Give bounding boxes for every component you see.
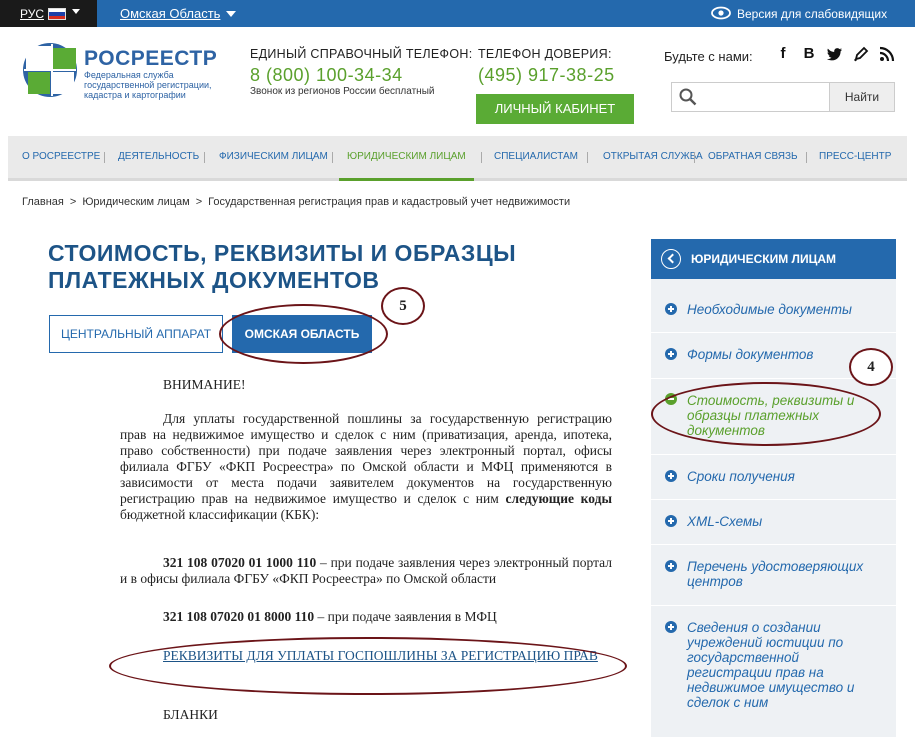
- nav-individuals[interactable]: ФИЗИЧЕСКИМ ЛИЦАМ: [219, 136, 328, 178]
- kbk-code-1: 321 108 07020 01 1000 110 – при подаче з…: [120, 555, 612, 587]
- twitter-icon[interactable]: [826, 45, 844, 63]
- search-button[interactable]: Найти: [829, 82, 895, 112]
- sidebar-item-justice-institutions[interactable]: Сведения о создании учреждений юстиции п…: [687, 620, 887, 710]
- breadcrumb-legal-entities[interactable]: Юридическим лицам: [82, 196, 189, 208]
- page-title: СТОИМОСТЬ, РЕКВИЗИТЫ И ОБРАЗЦЫ ПЛАТЕЖНЫХ…: [48, 240, 517, 293]
- breadcrumb-separator: >: [195, 196, 203, 208]
- sidebar-divider: [651, 544, 896, 545]
- search-icon: [679, 88, 697, 106]
- plus-icon[interactable]: [665, 348, 677, 360]
- plus-icon[interactable]: [665, 303, 677, 315]
- plus-icon[interactable]: [665, 515, 677, 527]
- sidebar-heading[interactable]: ЮРИДИЧЕСКИМ ЛИЦАМ: [651, 239, 896, 279]
- sidebar-item-xml-schemas[interactable]: XML-Схемы: [687, 514, 887, 529]
- nav-legal-entities[interactable]: ЮРИДИЧЕСКИМ ЛИЦАМ: [339, 136, 474, 181]
- sidebar-divider: [651, 499, 896, 500]
- plus-icon[interactable]: [665, 621, 677, 633]
- nav-open-service[interactable]: ОТКРЫТАЯ СЛУЖБА: [603, 136, 703, 178]
- annotation-marker-5: 5: [381, 287, 425, 325]
- sidebar-divider: [651, 332, 896, 333]
- intro-text-end: бюджетной классификации (КБК):: [120, 507, 320, 522]
- facebook-icon[interactable]: f: [774, 45, 792, 63]
- chevron-down-icon[interactable]: [72, 9, 80, 14]
- nav-divider: [806, 152, 807, 163]
- nav-divider: [587, 152, 588, 163]
- accessibility-link[interactable]: Версия для слабовидящих: [737, 7, 887, 21]
- kbk-code-2: 321 108 07020 01 8000 110 – при подаче з…: [120, 609, 612, 625]
- blog-icon[interactable]: [852, 45, 870, 63]
- nav-divider: [694, 152, 695, 163]
- russia-flag-icon: [48, 8, 66, 20]
- sidebar-item-terms[interactable]: Сроки получения: [687, 469, 887, 484]
- breadcrumb: Главная > Юридическим лицам > Государственна…: [22, 196, 570, 208]
- kbk-code-1-number: 321 108 07020 01 1000 110: [163, 555, 317, 570]
- nav-divider: [204, 152, 205, 163]
- sidebar-item-certification-centers[interactable]: Перечень удостоверяющих центров: [687, 559, 887, 589]
- main-nav: О РОСРЕЕСТРЕ ДЕЯТЕЛЬНОСТЬ ФИЗИЧЕСКИМ ЛИЦ…: [8, 136, 907, 181]
- sidebar-item-required-documents[interactable]: Необходимые документы: [687, 302, 887, 317]
- sidebar-divider: [651, 454, 896, 455]
- nav-divider: [332, 152, 333, 163]
- trust-line-label: ТЕЛЕФОН ДОВЕРИЯ:: [478, 47, 612, 61]
- helpline-label: ЕДИНЫЙ СПРАВОЧНЫЙ ТЕЛЕФОН:: [250, 47, 473, 61]
- blanks-heading: БЛАНКИ: [163, 707, 218, 722]
- back-arrow-icon[interactable]: [661, 249, 681, 269]
- kbk-intro-paragraph: Для уплаты государственной пошлины за го…: [120, 411, 612, 523]
- vk-icon[interactable]: B: [800, 45, 818, 63]
- language-selector[interactable]: РУС: [0, 0, 97, 27]
- annotation-marker-4: 4: [849, 348, 893, 386]
- helpline-note: Звонок из регионов России бесплатный: [250, 86, 435, 97]
- nav-press-center[interactable]: ПРЕСС-ЦЕНТР: [819, 136, 891, 178]
- nav-divider: [104, 152, 105, 163]
- tab-central-office[interactable]: ЦЕНТРАЛЬНЫЙ АППАРАТ: [49, 315, 223, 353]
- kbk-code-2-number: 321 108 07020 01 8000 110: [163, 609, 315, 624]
- plus-icon[interactable]: [665, 560, 677, 572]
- logo-name[interactable]: РОСРЕЕСТР: [84, 47, 217, 71]
- language-label[interactable]: РУС: [20, 7, 44, 21]
- plus-icon[interactable]: [665, 470, 677, 482]
- kbk-code-2-text: – при подаче заявления в МФЦ: [314, 609, 497, 624]
- trust-line-number: (495) 917-38-25: [478, 65, 615, 85]
- nav-divider: [481, 152, 482, 163]
- sidebar-divider: [651, 605, 896, 606]
- breadcrumb-home[interactable]: Главная: [22, 196, 64, 208]
- top-bar: РУС Омская Область Версия для слабовидящ…: [0, 0, 915, 27]
- annotation-oval-link: [109, 637, 627, 695]
- nav-about[interactable]: О РОСРЕЕСТРЕ: [22, 136, 100, 178]
- intro-bold-text: следующие коды: [505, 491, 612, 506]
- logo-subtitle: Федеральная служба государственной регис…: [84, 70, 212, 100]
- annotation-oval-tab: [219, 304, 388, 364]
- helpline-number: 8 (800) 100-34-34: [250, 65, 403, 85]
- nav-activity[interactable]: ДЕЯТЕЛЬНОСТЬ: [118, 136, 199, 178]
- nav-feedback[interactable]: ОБРАТНАЯ СВЯЗЬ: [708, 136, 798, 178]
- search-input[interactable]: [671, 82, 829, 112]
- region-selector[interactable]: Омская Область: [120, 6, 220, 21]
- attention-heading: ВНИМАНИЕ!: [163, 377, 246, 392]
- sidebar-heading-label: ЮРИДИЧЕСКИМ ЛИЦАМ: [691, 252, 837, 266]
- rss-icon[interactable]: [878, 45, 896, 63]
- nav-specialists[interactable]: СПЕЦИАЛИСТАМ: [494, 136, 578, 178]
- eye-icon[interactable]: [711, 6, 731, 20]
- social-label: Будьте с нами:: [664, 49, 753, 64]
- breadcrumb-registration[interactable]: Государственная регистрация прав и кадас…: [208, 196, 570, 208]
- chevron-down-icon[interactable]: [226, 11, 236, 17]
- rosreestr-logo-icon[interactable]: [22, 42, 78, 98]
- personal-account-button[interactable]: ЛИЧНЫЙ КАБИНЕТ: [476, 94, 634, 124]
- breadcrumb-separator: >: [69, 196, 77, 208]
- annotation-oval-sidebar: [651, 382, 881, 446]
